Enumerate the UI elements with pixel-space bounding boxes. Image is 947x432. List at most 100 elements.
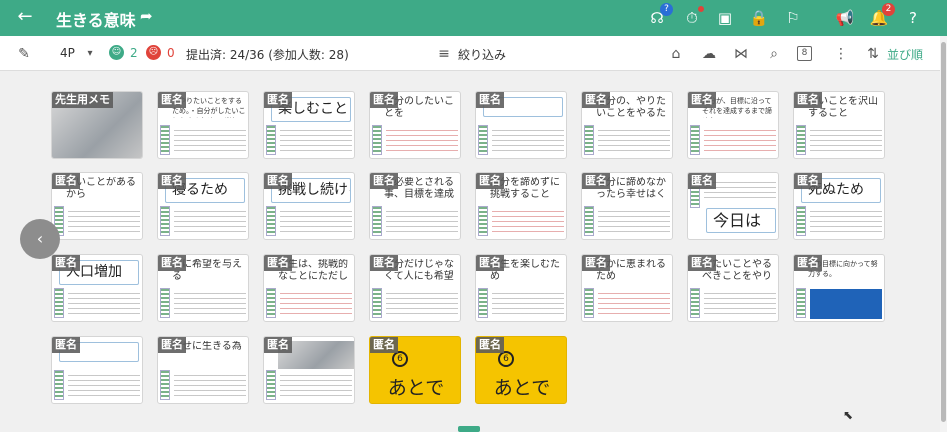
student-card[interactable]: 今日は 匿名 xyxy=(687,172,779,240)
student-card[interactable]: いいことがあるから 匿名 xyxy=(51,172,143,240)
scrollbar[interactable] xyxy=(940,36,947,432)
later-text: あとで xyxy=(493,377,551,399)
student-card[interactable]: 自分が、目標に沿ってそれを達成するまで諦めない匿名 xyxy=(687,91,779,159)
share-nodes-icon[interactable]: ⋈ xyxy=(731,44,751,64)
card-lines xyxy=(704,126,776,154)
card-label: 匿名 xyxy=(476,92,504,108)
back-arrow-icon[interactable]: ← xyxy=(14,6,36,27)
card-label: 匿名 xyxy=(476,255,504,271)
good-face-icon: ☺ xyxy=(109,45,124,60)
student-card[interactable]: 人生を楽しむため 匿名 xyxy=(475,254,567,322)
megaphone-icon[interactable]: 📢 xyxy=(834,7,856,29)
card-label: 匿名 xyxy=(476,337,504,353)
card-thumbnail xyxy=(478,288,488,318)
card-thumbnail xyxy=(478,206,488,236)
card-lines xyxy=(280,289,352,317)
card-lines xyxy=(68,289,140,317)
id-card-icon[interactable]: ▣ xyxy=(714,7,736,29)
card-lines xyxy=(386,289,458,317)
student-card[interactable]: 自分だけじゃなくて人にも希望を与える匿名 xyxy=(369,254,461,322)
student-card[interactable]: たいことを沢山すること 匿名 xyxy=(793,91,885,159)
student-card[interactable]: 幸せに生きる為 匿名 xyxy=(157,336,249,404)
student-card[interactable]: 匿名 xyxy=(51,336,143,404)
presenter-icon[interactable]: ⚐ xyxy=(782,7,804,29)
card-label: 匿名 xyxy=(264,173,292,189)
card-label: 匿名 xyxy=(52,173,80,189)
timer-icon[interactable]: ⏱ xyxy=(681,6,704,29)
card-grid: 先生用メモ ・やりたいことをするため。・自分がしたいことをするため。・楽しいことを… xyxy=(0,71,940,432)
student-card[interactable]: 死ぬため 匿名 xyxy=(793,172,885,240)
student-card[interactable]: 匿名 xyxy=(475,91,567,159)
student-card[interactable]: 人生は、挑戦的なことにただした匿名 xyxy=(263,254,355,322)
student-card[interactable]: 誰かに恵まれるため 匿名 xyxy=(581,254,673,322)
student-card[interactable]: 6 あとで 匿名 xyxy=(475,336,567,404)
card-lines xyxy=(598,207,670,235)
filter-icon[interactable]: ≡ xyxy=(434,44,454,64)
card-thumbnail xyxy=(266,125,276,155)
page-title: 生きる意味 xyxy=(56,11,136,30)
bell-icon[interactable]: 🔔 2 xyxy=(868,3,895,29)
mouse-cursor-icon: ⬉ xyxy=(843,408,854,422)
card-label: 匿名 xyxy=(158,92,186,108)
student-card[interactable]: に必要とされる事、目標を達成する事匿名 xyxy=(369,172,461,240)
headset-icon[interactable]: ☊? xyxy=(646,3,673,29)
card-label: 匿名 xyxy=(264,255,292,271)
student-card[interactable]: 自分に諦めなかったら幸せはくる匿名 xyxy=(581,172,673,240)
sort-button[interactable]: 並び順 xyxy=(887,46,923,63)
student-card[interactable]: 挑戦し続ける匿名 xyxy=(263,172,355,240)
help-icon[interactable]: ? xyxy=(902,7,924,29)
student-card[interactable]: 楽しむこと 匿名 xyxy=(263,91,355,159)
student-card[interactable]: 人に希望を与える 匿名 xyxy=(157,254,249,322)
more-vert-icon[interactable]: ⋮ xyxy=(831,44,851,64)
student-card[interactable]: 人口増加 匿名 xyxy=(51,254,143,322)
card-label: 匿名 xyxy=(370,255,398,271)
page-size-select[interactable]: 4P xyxy=(60,46,75,60)
previous-page-button[interactable]: ‹ xyxy=(20,219,60,259)
share-icon[interactable]: ➦ xyxy=(140,7,153,25)
card-thumbnail xyxy=(372,206,382,236)
card-lines xyxy=(280,126,352,154)
toolbar: ✎ 4P ▾ ☺ 2 ☹ 0 提出済: 24/36 (参加人数: 28) ≡ 絞… xyxy=(0,36,940,71)
chevron-down-icon[interactable]: ▾ xyxy=(80,44,100,64)
student-card[interactable]: 先生用メモ xyxy=(51,91,143,159)
student-card[interactable]: したいことやるべきことをやり切ること。匿名 xyxy=(687,254,779,322)
abc-cloud-icon[interactable]: ☁ xyxy=(699,44,719,64)
card-thumbnail xyxy=(160,206,170,236)
card-lines xyxy=(492,207,564,235)
card-label: 匿名 xyxy=(794,255,822,271)
student-card[interactable]: 匿名 xyxy=(263,336,355,404)
card-label: 匿名 xyxy=(688,173,716,189)
card-thumbnail xyxy=(584,125,594,155)
card-label: 匿名 xyxy=(794,92,822,108)
card-lines xyxy=(174,126,246,154)
card-lines xyxy=(704,289,776,317)
card-thumbnail xyxy=(160,125,170,155)
card-lines xyxy=(174,207,246,235)
student-card[interactable]: その目標に向かって努力する。 匿名 xyxy=(793,254,885,322)
bad-count: 0 xyxy=(167,46,175,60)
student-card[interactable]: 自分を諦めずに挑戦すること 匿名 xyxy=(475,172,567,240)
scrollbar-thumb[interactable] xyxy=(941,42,946,422)
student-card[interactable]: 自分の、やりたいことをやるため匿名 xyxy=(581,91,673,159)
image-search-icon[interactable]: ⌕ xyxy=(764,44,784,64)
card-lines xyxy=(598,126,670,154)
sort-icon[interactable]: ⇅ xyxy=(863,44,883,64)
good-count: 2 xyxy=(130,46,138,60)
card-label: 匿名 xyxy=(264,92,292,108)
card-thumbnail xyxy=(266,206,276,236)
student-card[interactable]: ・やりたいことをするため。・自分がしたいことをするため。・楽しいことをするため匿… xyxy=(157,91,249,159)
card-label: 匿名 xyxy=(582,92,610,108)
pattern-code[interactable]: 8 xyxy=(797,46,812,61)
card-label: 匿名 xyxy=(158,173,186,189)
card-label: 匿名 xyxy=(370,337,398,353)
filter-button[interactable]: 絞り込み xyxy=(458,46,506,63)
card-lines xyxy=(492,289,564,317)
tag-icon[interactable]: ⌂ xyxy=(666,44,686,64)
student-card[interactable]: 寝るため 匿名 xyxy=(157,172,249,240)
lock-icon[interactable]: 🔒 xyxy=(748,7,770,29)
page-indicator[interactable] xyxy=(458,426,480,432)
card-label: 匿名 xyxy=(158,255,186,271)
student-card[interactable]: 自分のしたいことを 匿名 xyxy=(369,91,461,159)
edit-icon[interactable]: ✎ xyxy=(14,44,34,64)
student-card[interactable]: 6 あとで 匿名 xyxy=(369,336,461,404)
